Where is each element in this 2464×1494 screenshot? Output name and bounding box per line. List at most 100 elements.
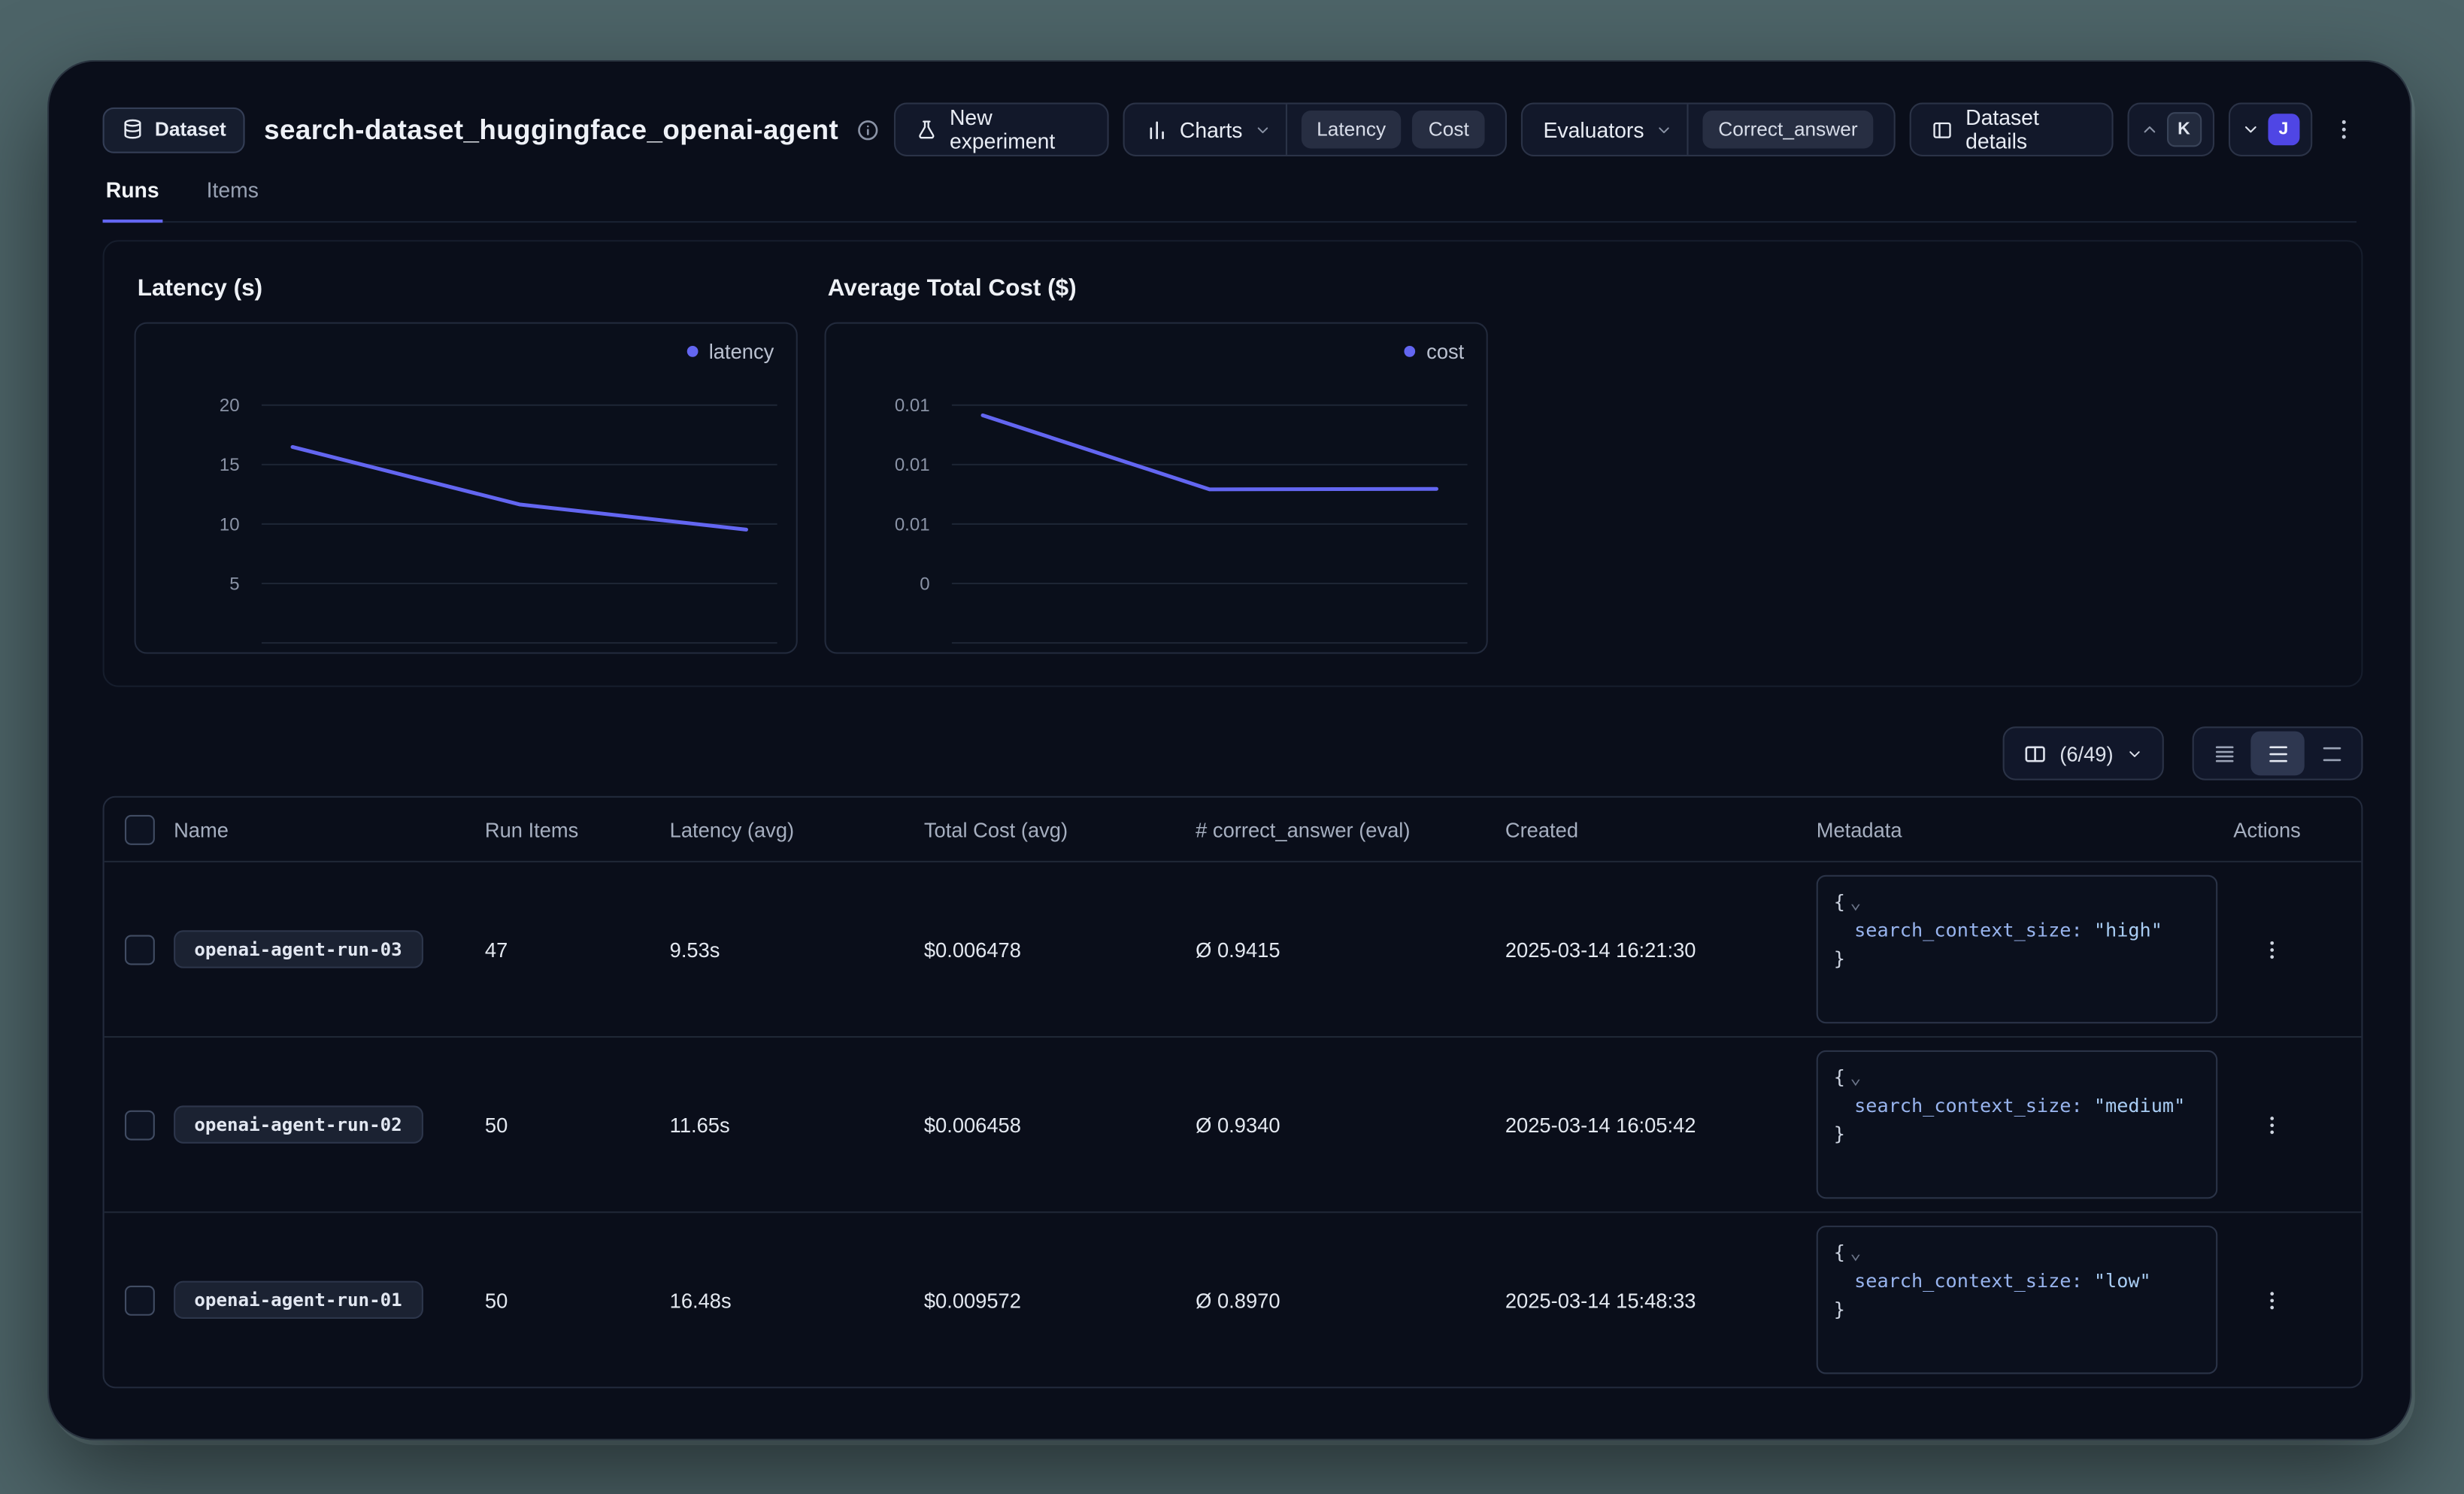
chart-pill-cost[interactable]: Cost <box>1413 111 1485 148</box>
correct-answer-value: Ø 0.9340 <box>1196 1113 1505 1137</box>
tab-runs[interactable]: Runs <box>103 169 162 223</box>
shortcut-key-j: J <box>2268 114 2299 145</box>
header-run-items: Run Items <box>485 817 670 841</box>
select-all-checkbox[interactable] <box>124 814 154 844</box>
legend-label: latency <box>709 340 774 364</box>
new-experiment-label: New experiment <box>950 106 1087 153</box>
chevron-down-icon[interactable] <box>1253 121 1271 138</box>
tab-items[interactable]: Items <box>203 169 262 221</box>
brace-close: } <box>1834 1120 2200 1148</box>
legend-label: cost <box>1426 340 1464 364</box>
run-items-value: 50 <box>485 1288 670 1312</box>
brace-close: } <box>1834 1295 2200 1323</box>
evaluators-control-group: Evaluators Correct_answer <box>1521 103 1896 156</box>
latency-value: 11.65s <box>670 1113 924 1137</box>
dataset-details-button[interactable]: Dataset details <box>1910 103 2113 156</box>
row-height-toggle <box>2193 726 2363 780</box>
row-checkbox[interactable] <box>124 1110 154 1140</box>
svg-text:10: 10 <box>220 514 240 535</box>
cost-chart-panel: 0.010.010.010 cost <box>825 323 1488 654</box>
runs-table: Name Run Items Latency (avg) Total Cost … <box>103 796 2363 1389</box>
svg-text:0.01: 0.01 <box>895 514 930 535</box>
run-name-badge[interactable]: openai-agent-run-03 <box>174 930 423 968</box>
divider <box>1687 105 1688 155</box>
row-height-small-button[interactable] <box>2197 732 2250 776</box>
chart-title: Average Total Cost ($) <box>828 275 1488 302</box>
evaluators-dropdown[interactable]: Evaluators <box>1544 117 1644 141</box>
metadata-value: "low" <box>2094 1270 2151 1292</box>
kebab-menu-icon <box>2332 117 2357 142</box>
tabbar: Runs Items <box>103 169 2357 223</box>
row-checkbox[interactable] <box>124 1285 154 1315</box>
chevron-down-icon[interactable] <box>1655 121 1672 138</box>
row-checkbox[interactable] <box>124 935 154 965</box>
dataset-badge: Dataset <box>103 107 245 153</box>
metadata-box[interactable]: {⌄ search_context_size: "high" } <box>1817 875 2218 1023</box>
table-controls: (6/49) <box>103 726 2363 780</box>
metadata-box[interactable]: {⌄ search_context_size: "low" } <box>1817 1226 2218 1374</box>
latency-value: 16.48s <box>670 1288 924 1312</box>
rows-tall-icon <box>2320 741 2344 765</box>
collapse-chevron-icon[interactable]: ⌄ <box>1850 1241 1861 1263</box>
row-actions-menu[interactable] <box>2249 1102 2293 1147</box>
row-actions-menu[interactable] <box>2249 927 2293 971</box>
row-actions-menu[interactable] <box>2249 1277 2293 1322</box>
svg-text:5: 5 <box>229 574 239 594</box>
metadata-value: "high" <box>2094 920 2162 941</box>
next-run-button[interactable]: J <box>2228 103 2311 156</box>
panel-icon <box>1932 117 1953 141</box>
kebab-menu-icon <box>2259 1288 2284 1312</box>
column-selector-button[interactable]: (6/49) <box>2003 726 2164 780</box>
header-actions: New experiment Charts Latency Cost Evalu… <box>894 103 2363 156</box>
metadata-key: search_context_size: <box>1854 920 2083 941</box>
chevron-up-icon <box>2140 120 2159 139</box>
chart-legend: cost <box>1405 340 1464 364</box>
collapse-chevron-icon[interactable]: ⌄ <box>1850 1066 1861 1088</box>
row-height-large-button[interactable] <box>2305 732 2358 776</box>
brace-open: { <box>1834 1066 1845 1088</box>
svg-text:0.01: 0.01 <box>895 395 930 416</box>
metadata-key: search_context_size: <box>1854 1095 2083 1117</box>
svg-text:0: 0 <box>920 574 929 594</box>
chart-pill-latency[interactable]: Latency <box>1301 111 1402 148</box>
bar-chart-icon <box>1145 117 1169 141</box>
more-menu-button[interactable] <box>2326 103 2363 156</box>
created-value: 2025-03-14 15:48:33 <box>1505 1288 1817 1312</box>
chevron-down-icon <box>2126 744 2143 762</box>
svg-text:20: 20 <box>220 395 240 416</box>
latency-chart-block: Latency (s) 2015105 latency <box>135 275 798 654</box>
table-row: openai-agent-run-01 50 16.48s $0.009572 … <box>105 1213 2362 1386</box>
brace-open: { <box>1834 891 1845 913</box>
cost-chart-block: Average Total Cost ($) 0.010.010.010 cos… <box>825 275 1488 654</box>
table-header-row: Name Run Items Latency (avg) Total Cost … <box>105 798 2362 862</box>
shortcut-key-k: K <box>2166 112 2201 147</box>
run-name-badge[interactable]: openai-agent-run-02 <box>174 1105 423 1143</box>
dataset-details-label: Dataset details <box>1965 106 2091 153</box>
metadata-box[interactable]: {⌄ search_context_size: "medium" } <box>1817 1050 2218 1199</box>
info-icon[interactable] <box>856 117 880 141</box>
kebab-menu-icon <box>2259 1113 2284 1137</box>
header-name: Name <box>174 817 485 841</box>
new-experiment-button[interactable]: New experiment <box>894 103 1109 156</box>
cost-chart-svg: 0.010.010.010 <box>826 324 1487 653</box>
column-selector-count: (6/49) <box>2059 741 2113 765</box>
charts-section: Latency (s) 2015105 latency Average Tota… <box>103 240 2363 686</box>
created-value: 2025-03-14 16:21:30 <box>1505 938 1817 962</box>
rows-dense-icon <box>2212 741 2236 765</box>
header-created: Created <box>1505 817 1817 841</box>
total-cost-value: $0.006458 <box>924 1113 1196 1137</box>
charts-dropdown[interactable]: Charts <box>1180 117 1243 141</box>
prev-run-button[interactable]: K <box>2127 103 2214 156</box>
table-row: openai-agent-run-03 47 9.53s $0.006478 Ø… <box>105 862 2362 1038</box>
collapse-chevron-icon[interactable]: ⌄ <box>1850 891 1861 913</box>
run-name-badge[interactable]: openai-agent-run-01 <box>174 1281 423 1319</box>
total-cost-value: $0.006478 <box>924 938 1196 962</box>
rows-medium-icon <box>2265 741 2290 765</box>
latency-chart-panel: 2015105 latency <box>135 323 798 654</box>
chart-legend: latency <box>686 340 774 364</box>
dataset-badge-label: Dataset <box>155 119 226 141</box>
evaluator-pill-correct-answer[interactable]: Correct_answer <box>1702 111 1873 148</box>
divider <box>1285 105 1287 155</box>
columns-icon <box>2023 741 2047 765</box>
row-height-medium-button[interactable] <box>2250 732 2304 776</box>
